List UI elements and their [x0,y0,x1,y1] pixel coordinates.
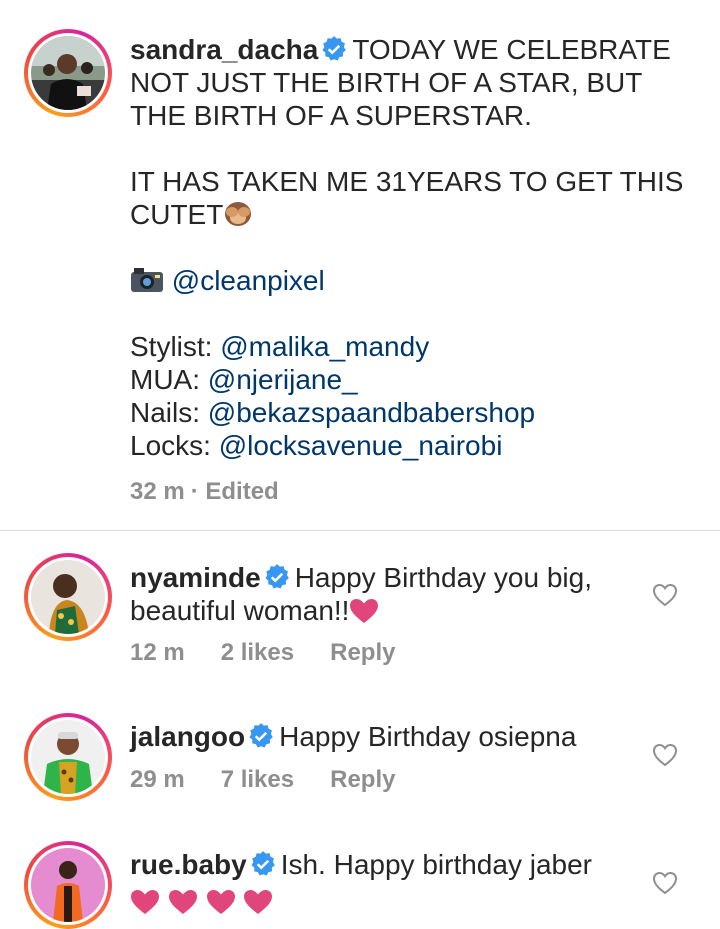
comment-text-line-2: beautiful woman!! [130,595,350,626]
commenter-avatar[interactable] [24,553,112,641]
commenter-avatar[interactable] [24,713,112,801]
like-heart-icon[interactable] [652,871,678,895]
credit-label-stylist: Stylist: [130,331,213,362]
author-photo [31,36,105,110]
caption-line-3: THE BIRTH OF A SUPERSTAR. [130,100,532,131]
credit-label-mua: MUA: [130,364,200,395]
commenter-username[interactable]: jalangoo [130,721,245,752]
post-meta: 32 m · Edited [130,478,315,506]
camera-with-flash-icon [131,268,163,292]
photo-credit-mention[interactable]: @cleanpixel [172,265,325,296]
heart-emoji-icon [131,890,159,914]
heart-emoji-icon [244,890,273,914]
commenter-avatar[interactable] [24,841,112,929]
caption-line-5: IT HAS TAKEN ME 31YEARS TO GET THIS [130,166,684,197]
credit-mention-mua[interactable]: @njerijane_ [208,364,358,395]
comment-text-line-1: Happy Birthday you big, [294,562,592,593]
reply-button[interactable]: Reply [330,766,395,793]
caption-line-2: NOT JUST THE BIRTH OF A STAR, BUT [130,67,643,98]
commenter-username[interactable]: nyaminde [130,562,261,593]
verified-icon [251,851,275,876]
comment-time: 29 m [130,766,185,793]
commenter-photo [31,720,105,794]
comment-body: jalangoo Happy Birthday osiepna [130,720,630,753]
credit-label-nails: Nails: [130,397,201,428]
reply-button[interactable]: Reply [330,639,395,666]
commenter-username[interactable]: rue.baby [130,849,247,880]
caption-divider [0,530,720,531]
comment-likes[interactable]: 2 likes [221,639,294,666]
comment-body: nyaminde Happy Birthday you big, beautifu… [130,561,630,627]
caption-line-1: TODAY WE CELEBRATE [352,34,671,65]
comment-text-line-1: Ish. Happy birthday jaber [280,849,592,880]
credit-mention-locks[interactable]: @locksavenue_nairobi [219,430,503,461]
heart-emoji-row [130,885,630,918]
verified-icon [249,723,273,748]
heart-emoji-icon [168,890,197,914]
see-no-evil-monkey-icon [225,202,252,226]
heart-emoji-icon [206,890,235,914]
credit-mention-stylist[interactable]: @malika_mandy [220,331,429,362]
author-username[interactable]: sandra_dacha [130,34,318,65]
like-heart-icon[interactable] [652,743,678,767]
heart-emoji-icon [350,599,379,623]
credit-mention-nails[interactable]: @bekazspaandbabershop [208,397,535,428]
comment-meta: 12 m 2 likes Reply [130,639,431,667]
credit-label-locks: Locks: [130,430,211,461]
verified-icon [322,36,347,61]
post-time: 32 m [130,478,185,505]
like-heart-icon[interactable] [652,583,678,607]
caption-body: sandra_dacha TODAY WE CELEBRATE NOT JUST … [130,33,690,462]
comment-likes[interactable]: 7 likes [221,766,294,793]
comment-body: rue.baby Ish. Happy birthday jaber [130,848,630,918]
comment-text-line-1: Happy Birthday osiepna [279,721,577,752]
caption-line-6: CUTET [130,199,224,230]
verified-icon [265,564,289,589]
author-avatar[interactable] [24,29,112,117]
comment-time: 12 m [130,639,185,666]
comment-meta: 29 m 7 likes Reply [130,766,431,794]
commenter-photo [31,560,105,634]
commenter-photo [31,848,105,922]
edited-label: · Edited [190,478,279,505]
